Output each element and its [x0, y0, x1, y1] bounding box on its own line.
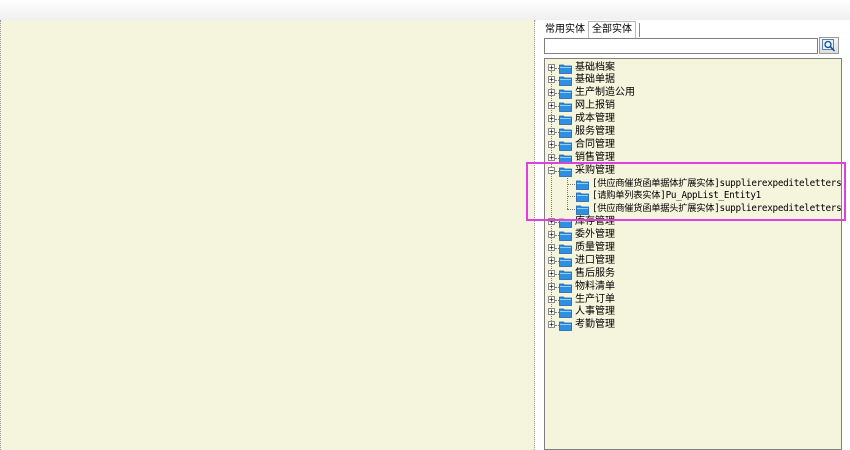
folder-icon: [576, 180, 589, 190]
folder-icon: [559, 257, 572, 267]
tree-node-label: 库存管理: [575, 216, 615, 228]
tree-node[interactable]: + 网上报销: [545, 100, 841, 113]
expand-icon[interactable]: +: [548, 63, 555, 71]
tab-divider: [639, 23, 640, 37]
tree-child-label: [请购单列表实体]Pu_AppList_Entity1: [592, 190, 761, 202]
tree-node[interactable]: + 销售管理: [545, 152, 841, 165]
tree-node-label: 质量管理: [575, 241, 615, 253]
tree-node[interactable]: + 质量管理: [545, 242, 841, 255]
expand-icon[interactable]: +: [548, 153, 555, 161]
tree-child-node[interactable]: [供应商催货函单据体扩展实体]supplierexpediteletters: [545, 178, 841, 191]
tree-node-label: 进口管理: [575, 254, 615, 266]
tree-node[interactable]: + 库存管理: [545, 216, 841, 229]
tree-node-label: 生产订单: [575, 293, 615, 305]
search-input[interactable]: [544, 38, 818, 54]
tree-child-connector: [567, 173, 568, 210]
tree-node-label: 采购管理: [575, 164, 615, 176]
search-icon: [822, 39, 836, 52]
tree-node[interactable]: + 物料清单: [545, 281, 841, 294]
tree-node[interactable]: + 服务管理: [545, 126, 841, 139]
entity-tabs: 常用实体 全部实体: [542, 20, 640, 38]
tree-node[interactable]: + 考勤管理: [545, 319, 841, 332]
folder-icon: [559, 64, 572, 74]
tree-node-label: 生产制造公用: [575, 87, 635, 99]
expand-icon[interactable]: +: [548, 76, 555, 84]
expand-icon[interactable]: +: [548, 89, 555, 97]
tree-child-node[interactable]: [请购单列表实体]Pu_AppList_Entity1: [545, 190, 841, 203]
folder-icon: [559, 309, 572, 319]
expand-icon[interactable]: +: [548, 282, 555, 290]
folder-icon: [559, 141, 572, 151]
tree-node-label: 基础档案: [575, 61, 615, 73]
expand-icon[interactable]: +: [548, 308, 555, 316]
top-toolbar: [0, 0, 850, 21]
tree-child-node[interactable]: [供应商催货函单据头扩展实体]supplierexpediteletters: [545, 203, 841, 216]
expand-icon[interactable]: +: [548, 127, 555, 135]
tree-child-label: [供应商催货函单据体扩展实体]supplierexpediteletters: [592, 177, 842, 189]
folder-icon: [559, 296, 572, 306]
folder-icon: [559, 167, 572, 177]
expand-icon[interactable]: +: [548, 321, 555, 329]
folder-icon: [559, 270, 572, 280]
tree-node[interactable]: − 采购管理: [545, 165, 841, 178]
folder-icon: [559, 128, 572, 138]
collapse-icon[interactable]: −: [548, 166, 555, 174]
tree-node-label: 物料清单: [575, 280, 615, 292]
folder-icon: [559, 154, 572, 164]
tree-node[interactable]: + 售后服务: [545, 268, 841, 281]
tree-node[interactable]: + 生产订单: [545, 294, 841, 307]
tree-node[interactable]: + 基础档案: [545, 62, 841, 75]
tree-node[interactable]: + 生产制造公用: [545, 87, 841, 100]
tree-node[interactable]: + 进口管理: [545, 255, 841, 268]
folder-icon: [559, 244, 572, 254]
tree-connector: [567, 209, 575, 211]
folder-icon: [559, 102, 572, 113]
tree-connector: [567, 196, 575, 198]
tree-node-label: 服务管理: [575, 125, 615, 137]
search-button[interactable]: [819, 37, 839, 54]
expand-icon[interactable]: +: [548, 115, 555, 123]
tab-all-entities[interactable]: 全部实体: [588, 21, 636, 38]
entity-tree: + 基础档案 + 基础单据 + 生产制造公用 + 网上报销 + 成本管理 + 服务管理 + 合同管理 + 销售…: [544, 58, 842, 450]
folder-icon: [559, 283, 572, 293]
folder-icon: [576, 193, 589, 203]
tree-node[interactable]: + 成本管理: [545, 113, 841, 126]
tree-child-label: [供应商催货函单据头扩展实体]supplierexpediteletters: [592, 203, 842, 215]
expand-icon[interactable]: +: [548, 269, 555, 277]
tree-node-label: 网上报销: [575, 100, 615, 112]
folder-icon: [559, 321, 572, 332]
expand-icon[interactable]: +: [548, 140, 555, 148]
tree-node-label: 合同管理: [575, 138, 615, 150]
tree-node-label: 销售管理: [575, 151, 615, 163]
folder-icon: [559, 218, 572, 229]
tree-node[interactable]: + 人事管理: [545, 306, 841, 319]
tree-node-label: 委外管理: [575, 229, 615, 241]
entity-panel: 常用实体 全部实体 + 基础档案 + 基础单据 + 生产制造公用 + 网上报销 + 成本管理 + 服务…: [536, 20, 850, 450]
editor-canvas[interactable]: [0, 20, 535, 450]
tree-node-label: 成本管理: [575, 113, 615, 125]
tree-connector: [567, 183, 575, 185]
expand-icon[interactable]: +: [548, 102, 555, 110]
tree-node[interactable]: + 委外管理: [545, 229, 841, 242]
folder-icon: [559, 76, 572, 87]
folder-icon: [559, 89, 572, 100]
tree-node-label: 售后服务: [575, 267, 615, 279]
tree-node[interactable]: + 合同管理: [545, 139, 841, 152]
folder-icon: [559, 231, 572, 241]
tab-common-entities[interactable]: 常用实体: [542, 22, 588, 38]
expand-icon[interactable]: +: [548, 243, 555, 251]
expand-icon[interactable]: +: [548, 231, 555, 239]
expand-icon[interactable]: +: [548, 295, 555, 303]
folder-icon: [576, 205, 589, 216]
tree-node-label: 人事管理: [575, 306, 615, 318]
tree-node-label: 考勤管理: [575, 319, 615, 331]
tree-node[interactable]: + 基础单据: [545, 74, 841, 87]
expand-icon[interactable]: +: [548, 218, 555, 226]
entity-tree-list: + 基础档案 + 基础单据 + 生产制造公用 + 网上报销 + 成本管理 + 服务管理 + 合同管理 + 销售…: [545, 59, 841, 332]
tree-node-label: 基础单据: [575, 74, 615, 86]
expand-icon[interactable]: +: [548, 256, 555, 264]
folder-icon: [559, 115, 572, 125]
